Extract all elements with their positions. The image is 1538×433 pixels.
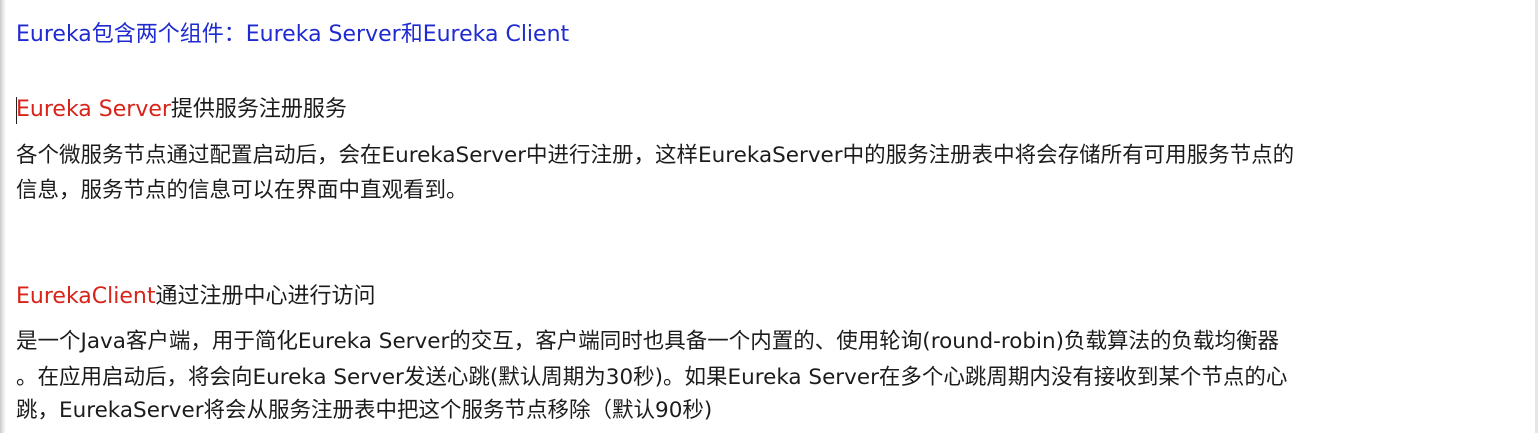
server-heading-highlight: Eureka Server: [16, 97, 171, 122]
server-description-line-2: 信息，服务节点的信息可以在界面中直观看到。: [16, 178, 468, 203]
client-description-line-1: 是一个Java客户端，用于简化Eureka Server的交互，客户端同时也具备…: [16, 329, 1280, 354]
server-heading-rest: 提供服务注册服务: [170, 97, 347, 122]
client-heading-highlight: EurekaClient: [16, 284, 156, 309]
server-description-line-1: 各个微服务节点通过配置启动后，会在EurekaServer中进行注册，这样Eur…: [16, 143, 1295, 168]
server-heading: Eureka Server提供服务注册服务: [16, 95, 347, 125]
client-heading-rest: 通过注册中心进行访问: [155, 284, 376, 309]
client-description-line-2: 。在应用启动后，将会向Eureka Server发送心跳(默认周期为30秒)。如…: [16, 365, 1288, 390]
client-description-line-3: 跳，EurekaServer将会从服务注册表中把这个服务节点移除（默认90秒): [16, 398, 713, 423]
client-heading: EurekaClient通过注册中心进行访问: [16, 282, 375, 312]
intro-heading: Eureka包含两个组件：Eureka Server和Eureka Client: [16, 22, 570, 47]
left-margin-bar: [0, 0, 6, 433]
